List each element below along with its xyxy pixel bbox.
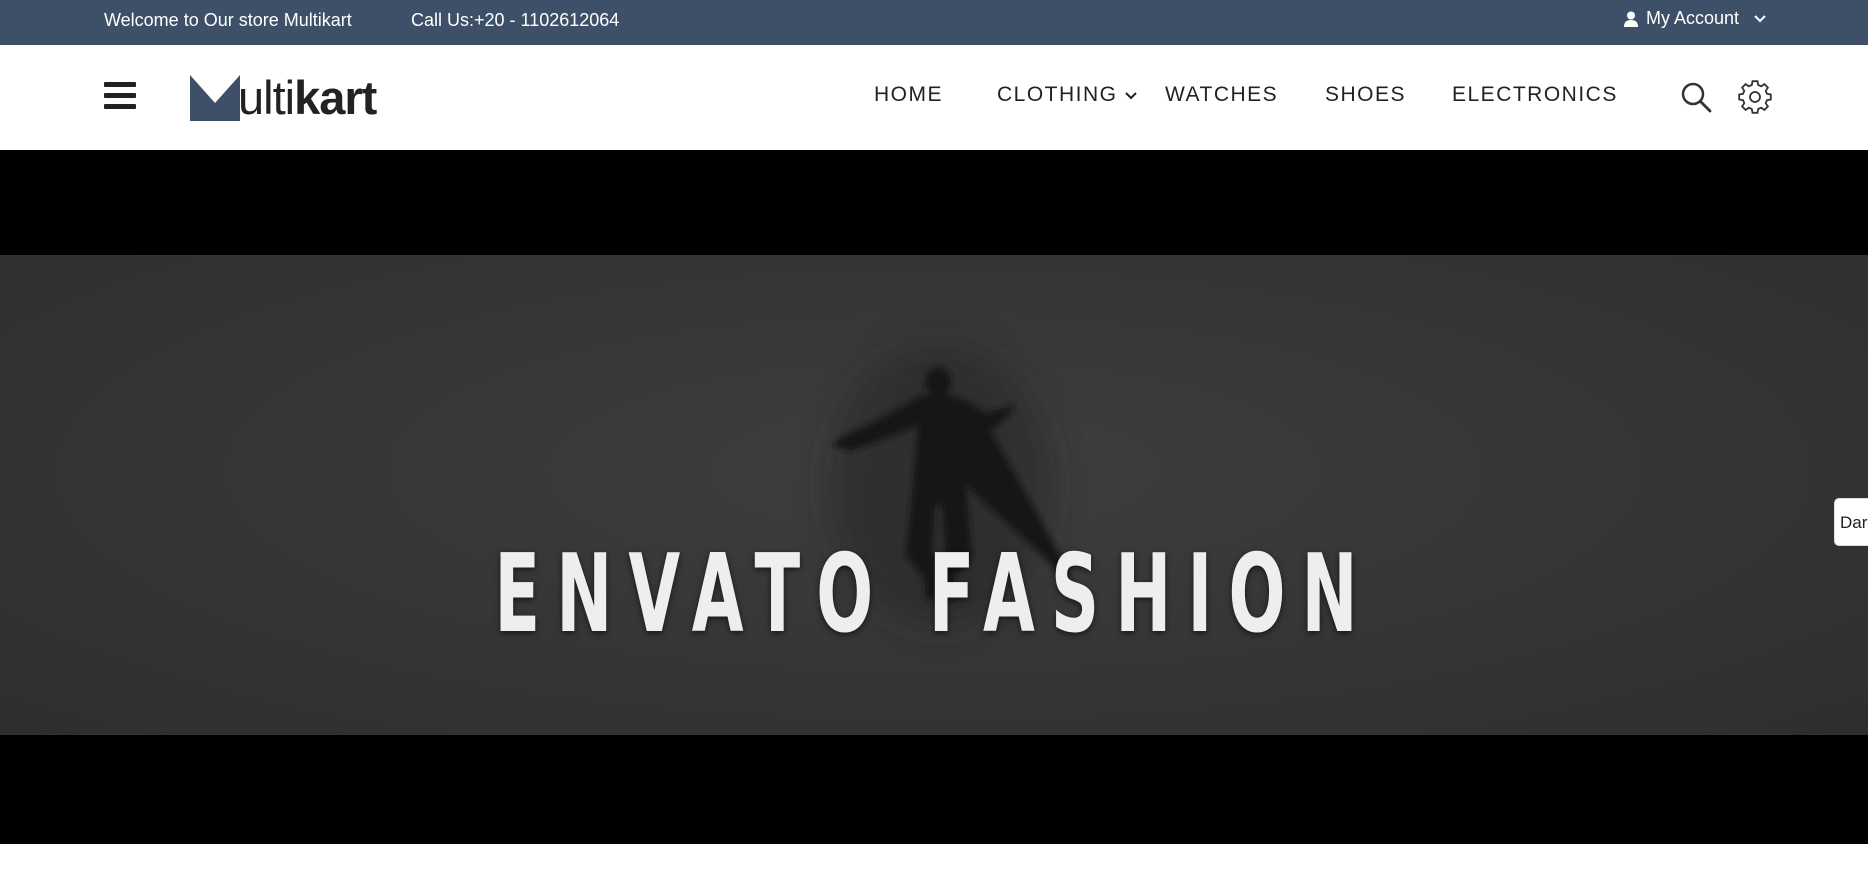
search-icon[interactable] — [1680, 81, 1712, 113]
hero-dancer-silhouette — [830, 345, 1072, 625]
nav-electronics[interactable]: ELECTRONICS — [1452, 83, 1618, 107]
chevron-down-icon[interactable] — [1124, 89, 1138, 103]
hero-video-banner[interactable]: ENVATO FASHION — [0, 150, 1868, 844]
chevron-down-icon — [1754, 14, 1766, 22]
hero-video-frame: ENVATO FASHION — [0, 255, 1868, 735]
hero-title: ENVATO FASHION — [494, 532, 1374, 657]
hamburger-menu-button[interactable] — [104, 82, 136, 110]
user-icon — [1624, 11, 1638, 27]
dark-mode-toggle[interactable]: Dark — [1834, 498, 1868, 546]
nav-clothing[interactable]: CLOTHING — [997, 83, 1118, 107]
hamburger-line — [104, 104, 136, 109]
phone-text: Call Us:+20 - 1102612064 — [411, 10, 620, 30]
logo-text-bold: kart — [294, 71, 377, 124]
hamburger-line — [104, 82, 136, 87]
logo-text-light: ulti — [238, 71, 295, 124]
nav-watches[interactable]: WATCHES — [1165, 83, 1278, 107]
logo-m-mark — [190, 75, 240, 121]
my-account-dropdown[interactable]: My Account — [1624, 8, 1767, 29]
multikart-logo[interactable]: ultikart — [190, 74, 377, 121]
top-bar: Welcome to Our store Multikart Call Us:+… — [0, 0, 1868, 45]
logo-text: ultikart — [238, 74, 377, 121]
gear-icon[interactable] — [1738, 80, 1772, 114]
my-account-label: My Account — [1646, 8, 1740, 28]
nav-shoes[interactable]: SHOES — [1325, 83, 1406, 107]
nav-home[interactable]: HOME — [874, 83, 943, 107]
main-header: ultikart HOME CLOTHING WATCHES SHOES ELE… — [0, 45, 1868, 150]
hamburger-line — [104, 93, 136, 98]
welcome-text: Welcome to Our store Multikart — [104, 10, 352, 30]
